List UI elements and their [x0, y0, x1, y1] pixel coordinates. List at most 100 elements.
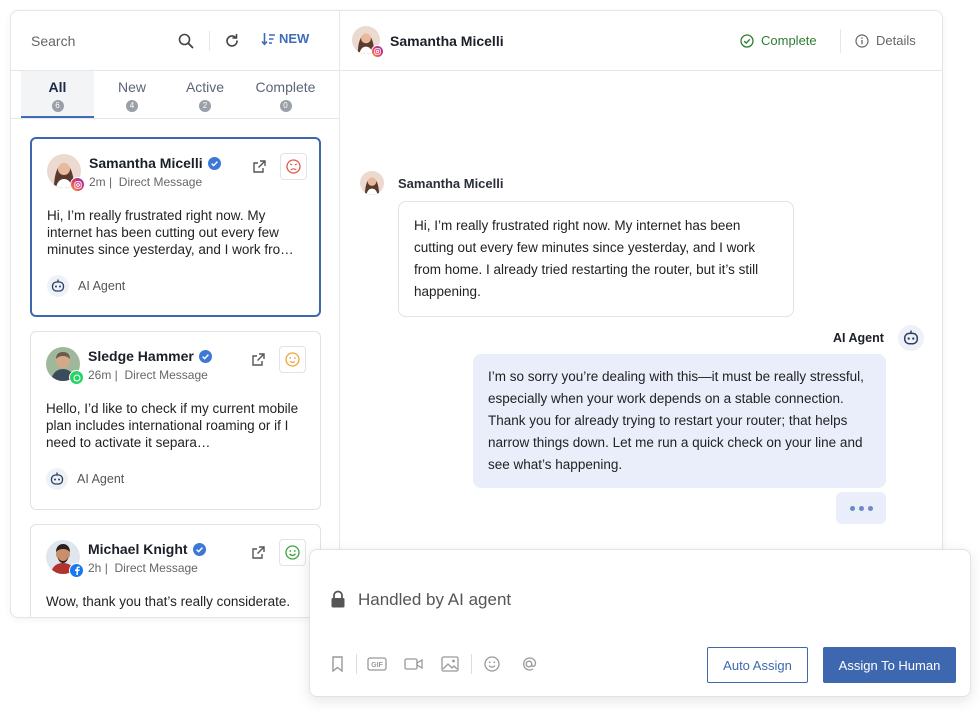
auto-assign-button[interactable]: Auto Assign	[707, 647, 808, 683]
assign-to-human-button[interactable]: Assign To Human	[823, 647, 956, 683]
lock-icon	[330, 590, 346, 608]
message-composer: Handled by AI agent GIF Auto Assign Assi…	[309, 549, 971, 697]
message-channel: Direct Message	[114, 561, 198, 575]
toolbar-divider	[209, 31, 210, 51]
search-bar: Search NEW	[11, 11, 339, 71]
tab-label: All	[48, 79, 67, 95]
happy-face-icon	[285, 545, 300, 560]
assigned-agent: AI Agent	[46, 468, 124, 490]
typing-indicator	[836, 492, 886, 524]
gif-icon[interactable]: GIF	[367, 655, 387, 673]
instagram-icon	[70, 177, 85, 192]
avatar	[46, 540, 84, 578]
agent-label: AI Agent	[77, 472, 125, 486]
neutral-face-icon	[285, 352, 300, 367]
tabs-divider	[11, 118, 340, 119]
check-circle-icon	[740, 33, 754, 48]
sender-avatar	[360, 171, 384, 195]
details-label: Details	[876, 33, 916, 48]
status-tabs: All 6 New 4 Active 2 Complete 0	[21, 71, 331, 119]
sentiment-indicator	[279, 346, 306, 373]
instagram-icon	[371, 45, 384, 58]
frustrated-face-icon	[286, 159, 301, 174]
inbox-window: Search NEW All 6 New 4 Active 2 Complete…	[10, 10, 943, 618]
message-time: 2h	[88, 561, 102, 575]
contact-name: Michael Knight	[88, 541, 206, 557]
header-divider	[840, 29, 841, 53]
video-icon[interactable]	[404, 655, 424, 673]
contact-name-text: Michael Knight	[88, 541, 188, 557]
emoji-icon[interactable]	[483, 655, 501, 673]
agent-label: AI Agent	[78, 279, 126, 293]
search-icon[interactable]	[176, 31, 196, 51]
message-meta: 2h | Direct Message	[88, 561, 198, 575]
tab-label: Complete	[255, 79, 316, 95]
whatsapp-icon	[69, 370, 84, 385]
new-button-label: NEW	[279, 31, 310, 46]
tab-complete[interactable]: Complete 0	[240, 71, 331, 119]
message-preview: Hi, I’m really frustrated right now. My …	[47, 208, 294, 257]
message-preview: Wow, thank you that’s really considerate…	[46, 594, 291, 609]
contact-name: Samantha Micelli	[89, 155, 221, 171]
conversation-card[interactable]: Samantha Micelli 2m | Direct Message Hi,…	[30, 137, 321, 317]
verified-icon	[198, 349, 212, 363]
agent-message: I’m so sorry you’re dealing with this—it…	[473, 354, 886, 488]
ai-agent-icon	[47, 275, 69, 297]
verified-icon	[192, 542, 206, 556]
tab-count-badge: 6	[51, 100, 64, 112]
contact-name-text: Samantha Micelli	[89, 155, 203, 171]
incoming-message: Hi, I’m really frustrated right now. My …	[398, 201, 794, 317]
mention-icon[interactable]	[520, 655, 538, 673]
tab-label: New	[117, 79, 146, 95]
new-button[interactable]: NEW	[261, 31, 309, 46]
details-button[interactable]: Details	[855, 33, 916, 48]
conversation-card[interactable]: Sledge Hammer 26m | Direct Message Hello…	[30, 331, 321, 510]
open-external-icon[interactable]	[251, 352, 267, 368]
message-channel: Direct Message	[124, 368, 208, 382]
gif-text: GIF	[371, 662, 383, 669]
search-input[interactable]: Search	[31, 33, 75, 49]
agent-sender-name: AI Agent	[833, 331, 884, 345]
sentiment-indicator	[280, 153, 307, 180]
tab-label: Active	[185, 79, 225, 95]
open-external-icon[interactable]	[252, 159, 268, 175]
complete-label: Complete	[761, 33, 817, 48]
typing-dot	[849, 505, 855, 511]
tab-new[interactable]: New 4	[94, 71, 170, 119]
message-sender-name: Samantha Micelli	[398, 176, 504, 191]
conversation-card[interactable]: Michael Knight 2h | Direct Message Wow, …	[30, 524, 321, 617]
verified-icon	[207, 156, 221, 170]
open-external-icon[interactable]	[251, 545, 267, 561]
tab-count-badge: 4	[126, 100, 138, 112]
toolbar-divider	[356, 654, 357, 674]
sort-icon	[261, 32, 275, 46]
message-preview: Hello, I’d like to check if my current m…	[46, 401, 299, 450]
conversation-list-pane: Search NEW All 6 New 4 Active 2 Complete…	[11, 11, 340, 617]
image-icon[interactable]	[441, 655, 459, 673]
ai-agent-icon	[46, 468, 68, 490]
message-meta: 2m | Direct Message	[89, 175, 203, 189]
contact-name: Sledge Hammer	[88, 348, 212, 364]
avatar	[47, 154, 85, 192]
info-icon	[855, 33, 869, 48]
conversation-pane: Samantha Micelli Complete Details Samant…	[340, 11, 942, 617]
complete-button[interactable]: Complete	[740, 33, 817, 48]
avatar	[352, 26, 384, 58]
bookmark-icon[interactable]	[328, 655, 346, 673]
typing-dot	[867, 505, 873, 511]
avatar	[46, 347, 84, 385]
tab-all[interactable]: All 6	[21, 71, 94, 119]
message-meta: 26m | Direct Message	[88, 368, 208, 382]
message-channel: Direct Message	[118, 175, 203, 189]
ai-agent-icon	[898, 325, 924, 351]
assigned-agent: AI Agent	[47, 275, 125, 297]
tab-active[interactable]: Active 2	[170, 71, 240, 119]
facebook-icon	[69, 563, 84, 578]
tab-count-badge: 2	[199, 100, 211, 112]
contact-name: Samantha Micelli	[390, 33, 504, 49]
conversation-header: Samantha Micelli Complete Details	[340, 11, 942, 71]
message-time: 26m	[88, 368, 112, 382]
message-time: 2m	[89, 175, 106, 189]
refresh-icon[interactable]	[222, 31, 242, 51]
handled-status: Handled by AI agent	[358, 590, 512, 609]
